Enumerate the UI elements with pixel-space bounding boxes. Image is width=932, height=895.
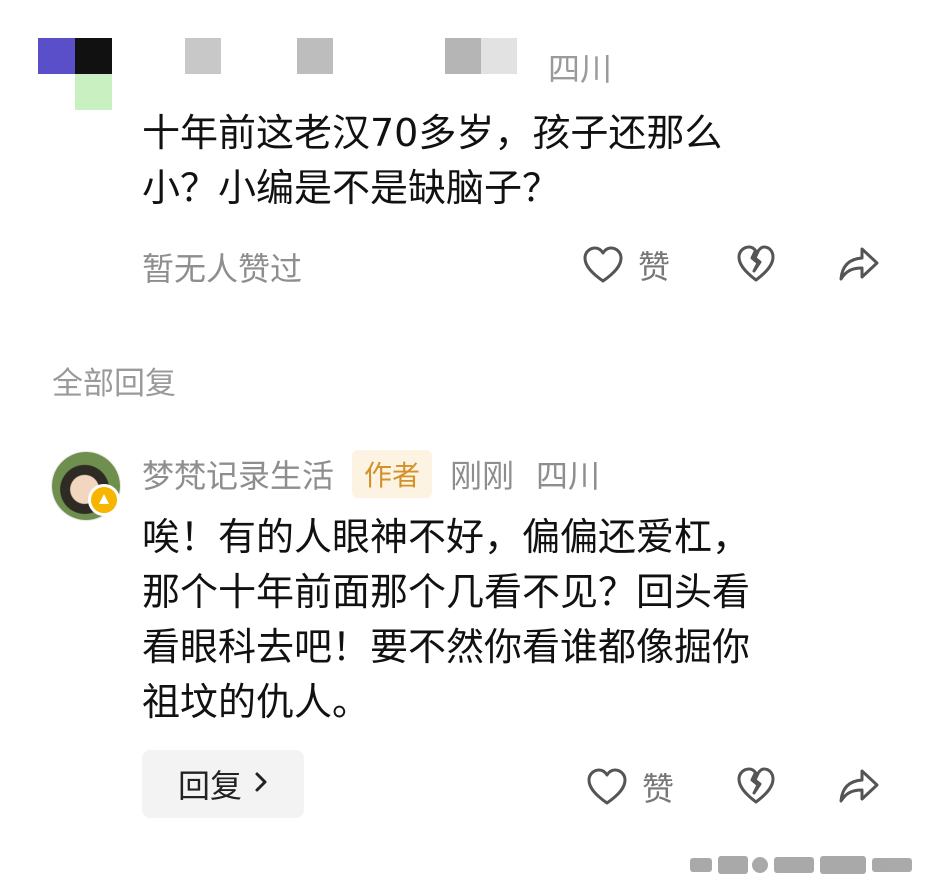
like-status: 暂无人赞过 (142, 250, 303, 288)
reply-share-button[interactable] (838, 768, 880, 804)
author-tag: 作者 (352, 450, 433, 498)
reply-button-label: 回复 (177, 768, 242, 804)
reply-text: 唉！有的人眼神不好，偏偏还爱杠， 那个十年前面那个几看不见？回头看 看眼科去吧！… (142, 510, 912, 730)
reply-line: 祖坟的仇人。 (142, 680, 371, 724)
censored-username (185, 38, 535, 74)
heart-icon (582, 245, 624, 285)
top-comment-line: 小？小编是不是缺脑子？ (142, 166, 561, 210)
reply-location: 四川 (536, 457, 601, 495)
censored-avatar[interactable] (38, 38, 112, 110)
like-label: 赞 (638, 248, 671, 286)
reply-dislike-button[interactable] (736, 766, 776, 806)
top-comment-text: 十年前这老汉70多岁，孩子还那么 小？小编是不是缺脑子？ (142, 106, 902, 216)
section-title: 全部回复 (52, 366, 176, 402)
broken-heart-icon (736, 244, 776, 284)
watermark (690, 852, 915, 878)
share-icon (838, 246, 880, 282)
chevron-right-icon (254, 767, 268, 801)
avatar-badge-icon (88, 484, 120, 516)
top-comment-location: 四川 (548, 50, 613, 88)
reply-line: 看眼科去吧！要不然你看谁都像掘你 (142, 625, 751, 669)
dislike-button[interactable] (736, 244, 776, 284)
reply-button[interactable]: 回复 (142, 750, 304, 818)
broken-heart-icon (736, 766, 776, 806)
heart-icon (586, 767, 628, 807)
like-label: 赞 (642, 770, 675, 808)
reply-line: 唉！有的人眼神不好，偏偏还爱杠， (142, 515, 751, 559)
share-button[interactable] (838, 246, 880, 282)
reply-like-button[interactable]: 赞 (586, 764, 674, 810)
share-icon (838, 768, 880, 804)
like-button[interactable]: 赞 (582, 242, 670, 288)
reply-time: 刚刚 (450, 457, 515, 495)
reply-author-row: 梦梵记录生活 作者 刚刚 四川 (142, 450, 600, 498)
top-comment-line: 十年前这老汉70多岁，孩子还那么 (142, 111, 723, 155)
reply-line: 那个十年前面那个几看不见？回头看 (142, 570, 751, 614)
reply-author-name[interactable]: 梦梵记录生活 (142, 451, 334, 497)
